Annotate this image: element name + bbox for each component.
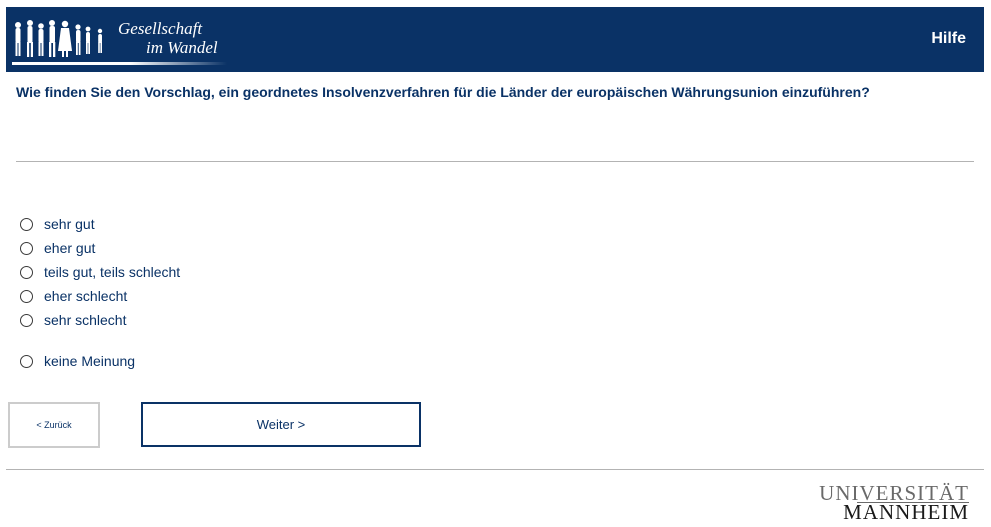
option-teils-gut-teils-schlecht[interactable]: teils gut, teils schlecht [20,262,180,282]
radio-button[interactable] [20,313,33,327]
option-keine-meinung[interactable]: keine Meinung [20,351,135,371]
back-button[interactable]: < Zurück [8,402,100,448]
option-label: keine Meinung [44,353,136,369]
university-line-2: MANNHEIM [843,500,969,524]
option-sehr-schlecht[interactable]: sehr schlecht [20,310,126,330]
option-label: teils gut, teils schlecht [44,264,181,280]
radio-button[interactable] [20,289,33,303]
university-logo-bar [857,502,969,503]
logo-line-2: im Wandel [146,38,218,57]
university-logo: UNIVERSITÄT MANNHEIM [819,483,969,524]
next-button[interactable]: Weiter > [141,402,421,447]
footer-divider [6,469,984,470]
logo-line-1: Gesellschaft [118,19,203,38]
survey-logo-text: Gesellschaft im Wandel [118,19,218,57]
divider [16,161,974,162]
header-bar: Gesellschaft im Wandel Hilfe [6,7,984,72]
radio-button[interactable] [20,241,33,255]
question-text: Wie finden Sie den Vorschlag, ein geordn… [16,84,870,100]
option-label: eher gut [44,240,96,256]
option-eher-schlecht[interactable]: eher schlecht [20,286,127,306]
option-label: sehr gut [44,216,95,232]
option-label: sehr schlecht [44,312,127,328]
option-sehr-gut[interactable]: sehr gut [20,214,95,234]
option-eher-gut[interactable]: eher gut [20,238,95,258]
radio-button[interactable] [20,265,33,279]
help-link[interactable]: Hilfe [931,30,966,48]
radio-button[interactable] [20,217,33,231]
people-silhouette-logo-icon [15,20,103,57]
logo-underline [12,62,227,65]
option-label: eher schlecht [44,288,128,304]
radio-button[interactable] [20,354,33,368]
